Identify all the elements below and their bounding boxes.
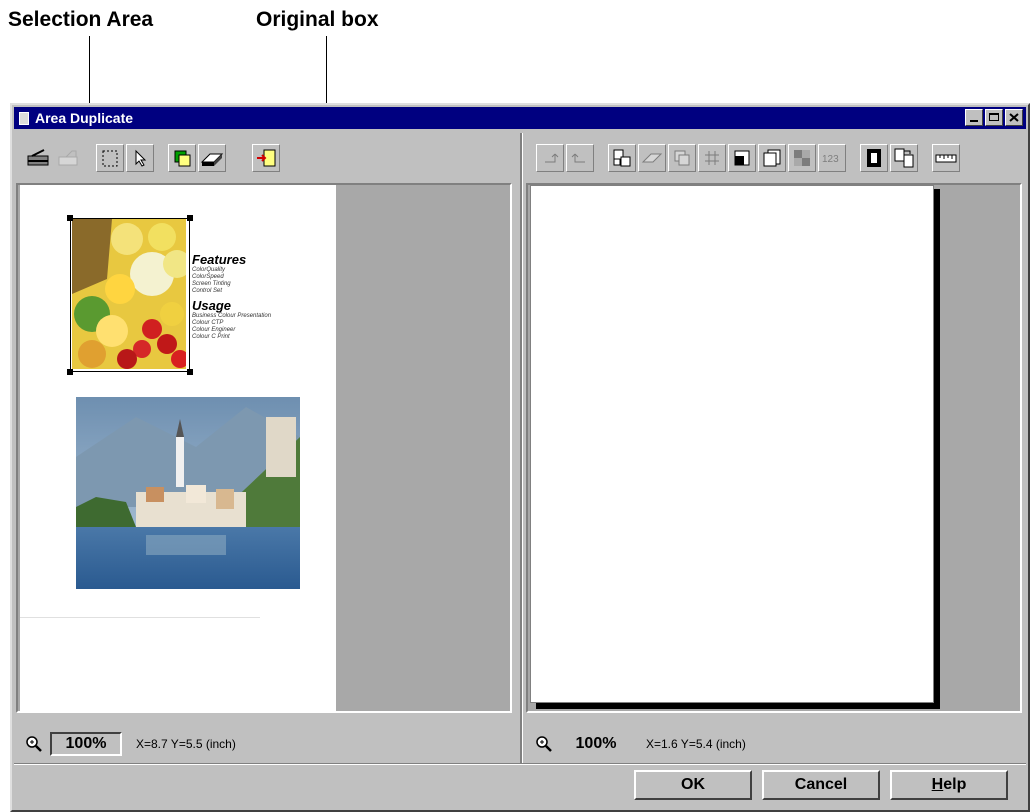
target-status-bar: 100% X=1.6 Y=5.4 (inch) [526, 729, 1026, 759]
original-box-edge [20, 617, 260, 618]
erase-icon [641, 153, 663, 163]
usage-line: Colour C Print [192, 334, 230, 340]
area-duplicate-window: Area Duplicate Features ColorQuality Col… [10, 103, 1030, 812]
usage-line: Colour CTP [192, 320, 224, 326]
lake-village-photo [76, 397, 300, 589]
minimize-button[interactable] [965, 109, 983, 126]
duplicate-tool[interactable] [168, 144, 196, 172]
pointer-tool[interactable] [126, 144, 154, 172]
swap-tool[interactable] [890, 144, 918, 172]
selection-area-callout: Selection Area [8, 8, 154, 31]
eraser-tool[interactable] [198, 144, 226, 172]
ruler-tool[interactable] [932, 144, 960, 172]
target-pane: 123 100% X=1.6 Y=5.4 (inch) [526, 133, 1026, 763]
undo-icon [545, 153, 559, 163]
image-tool[interactable] [54, 144, 82, 172]
contrast-tool[interactable] [860, 144, 888, 172]
redo-tool[interactable] [566, 144, 594, 172]
window-title: Area Duplicate [35, 110, 134, 126]
rectangle-select-icon [102, 150, 118, 167]
help-mnemonic: H [931, 776, 944, 793]
undo-tool[interactable] [536, 144, 564, 172]
cancel-button[interactable]: Cancel [762, 770, 880, 800]
features-text-block: Features ColorQuality ColorSpeed Screen … [192, 253, 332, 341]
erase-tool[interactable] [638, 144, 666, 172]
magnifier-icon [536, 736, 552, 752]
redo-icon [571, 153, 585, 163]
copy-icon [674, 150, 690, 166]
fill-tool[interactable] [728, 144, 756, 172]
grid-icon [705, 151, 719, 165]
source-page: Features ColorQuality ColorSpeed Screen … [20, 185, 336, 711]
feature-line: ColorQuality [192, 267, 226, 273]
duplicate-icon [174, 150, 191, 167]
source-canvas[interactable]: Features ColorQuality ColorSpeed Screen … [16, 183, 512, 713]
grid-tool[interactable] [698, 144, 726, 172]
tile-icon [794, 150, 810, 166]
contrast-icon [867, 149, 881, 167]
usage-line: Business Colour Presentation [192, 313, 272, 319]
close-icon [1009, 113, 1019, 122]
title-bar[interactable]: Area Duplicate [14, 107, 1026, 129]
magnifier-icon [26, 736, 42, 752]
app-icon [19, 111, 29, 125]
ruler-icon [935, 154, 957, 163]
source-coordinates: X=8.7 Y=5.5 (inch) [136, 737, 236, 751]
usage-line: Colour Engineer [192, 327, 236, 333]
feature-line: Screen Tinting [192, 281, 231, 287]
pane-splitter[interactable] [520, 133, 523, 763]
layout-icon [613, 149, 631, 167]
help-button[interactable]: Help [890, 770, 1008, 800]
features-heading: Features [192, 252, 247, 267]
eraser-icon [200, 153, 224, 166]
selection-area-frame[interactable] [70, 218, 190, 372]
ok-button[interactable]: OK [634, 770, 752, 800]
import-tool[interactable] [252, 144, 280, 172]
layout-tool[interactable] [608, 144, 636, 172]
target-zoom-button[interactable] [532, 732, 556, 756]
source-toolbar [16, 133, 516, 183]
original-box-callout: Original box [256, 8, 379, 31]
number-icon: 123 [822, 154, 839, 165]
scanner-tool[interactable] [24, 144, 52, 172]
feature-line: ColorSpeed [192, 274, 224, 280]
source-status-bar: 100% X=8.7 Y=5.5 (inch) [16, 729, 516, 759]
frame-tool[interactable] [758, 144, 786, 172]
source-zoom-button[interactable] [22, 732, 46, 756]
target-canvas[interactable] [526, 183, 1022, 713]
source-zoom-level[interactable]: 100% [50, 732, 122, 756]
svg-text:123: 123 [822, 154, 839, 165]
swap-icon [894, 148, 914, 168]
target-toolbar: 123 [526, 133, 1026, 183]
fill-icon [734, 150, 750, 166]
help-label-rest: elp [943, 776, 967, 793]
copy-tool[interactable] [668, 144, 696, 172]
target-coordinates: X=1.6 Y=5.4 (inch) [646, 737, 746, 751]
target-zoom-level[interactable]: 100% [560, 732, 632, 756]
target-page [530, 185, 934, 703]
dialog-buttons: OK Cancel Help [14, 762, 1026, 808]
number-tool[interactable]: 123 [818, 144, 846, 172]
maximize-button[interactable] [985, 109, 1003, 126]
import-icon [257, 149, 276, 167]
rectangle-select-tool[interactable] [96, 144, 124, 172]
usage-heading: Usage [192, 298, 232, 313]
feature-line: Control Set [192, 288, 223, 294]
tile-tool[interactable] [788, 144, 816, 172]
frame-icon [763, 149, 781, 167]
source-pane: Features ColorQuality ColorSpeed Screen … [16, 133, 516, 763]
close-button[interactable] [1005, 109, 1023, 126]
scanner-icon [27, 149, 49, 166]
image-icon [58, 150, 78, 166]
pointer-icon [135, 149, 147, 167]
